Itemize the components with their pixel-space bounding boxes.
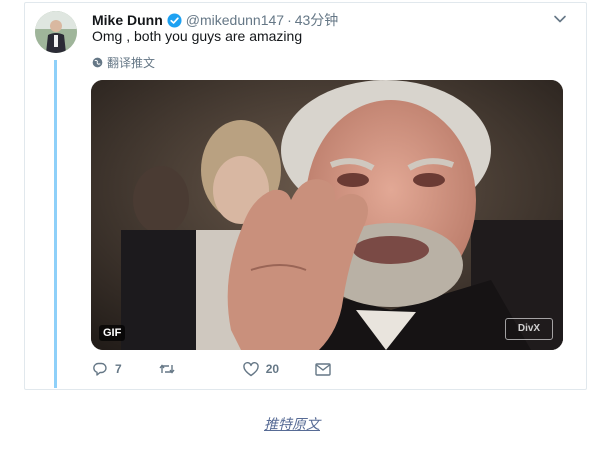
thread-line [54, 60, 57, 388]
display-name[interactable]: Mike Dunn [92, 12, 163, 28]
separator-dot: · [287, 12, 292, 28]
source-tweet-link[interactable]: 推特原文 [264, 414, 320, 434]
divx-watermark: DivX [505, 318, 553, 340]
retweet-button[interactable] [158, 361, 183, 377]
gif-frame-image [91, 80, 563, 350]
translate-tweet-link[interactable]: 翻译推文 [92, 54, 155, 71]
tweet-actions: 7 20 [92, 361, 367, 377]
retweet-icon [159, 364, 175, 374]
reply-button[interactable]: 7 [92, 361, 122, 377]
tweet-text: Omg , both you guys are amazing [92, 28, 303, 44]
like-count: 20 [265, 362, 280, 376]
reply-icon [93, 362, 107, 376]
like-button[interactable]: 20 [242, 361, 280, 377]
gif-badge: GIF [99, 325, 126, 341]
heart-icon [242, 361, 259, 376]
verified-badge-icon [167, 12, 182, 28]
translate-label: 翻译推文 [107, 56, 156, 70]
handle[interactable]: @mikedunn147 [186, 12, 284, 28]
envelope-icon [315, 362, 331, 376]
chevron-down-icon[interactable] [553, 12, 567, 31]
globe-icon [92, 57, 103, 68]
direct-message-button[interactable] [315, 362, 331, 376]
timestamp[interactable]: 43分钟 [295, 10, 339, 30]
avatar[interactable] [35, 11, 77, 53]
gif-media[interactable]: GIF DivX [91, 80, 563, 350]
tweet-header: Mike Dunn @mikedunn147 · 43分钟 [92, 10, 338, 30]
reply-count: 7 [115, 362, 122, 376]
